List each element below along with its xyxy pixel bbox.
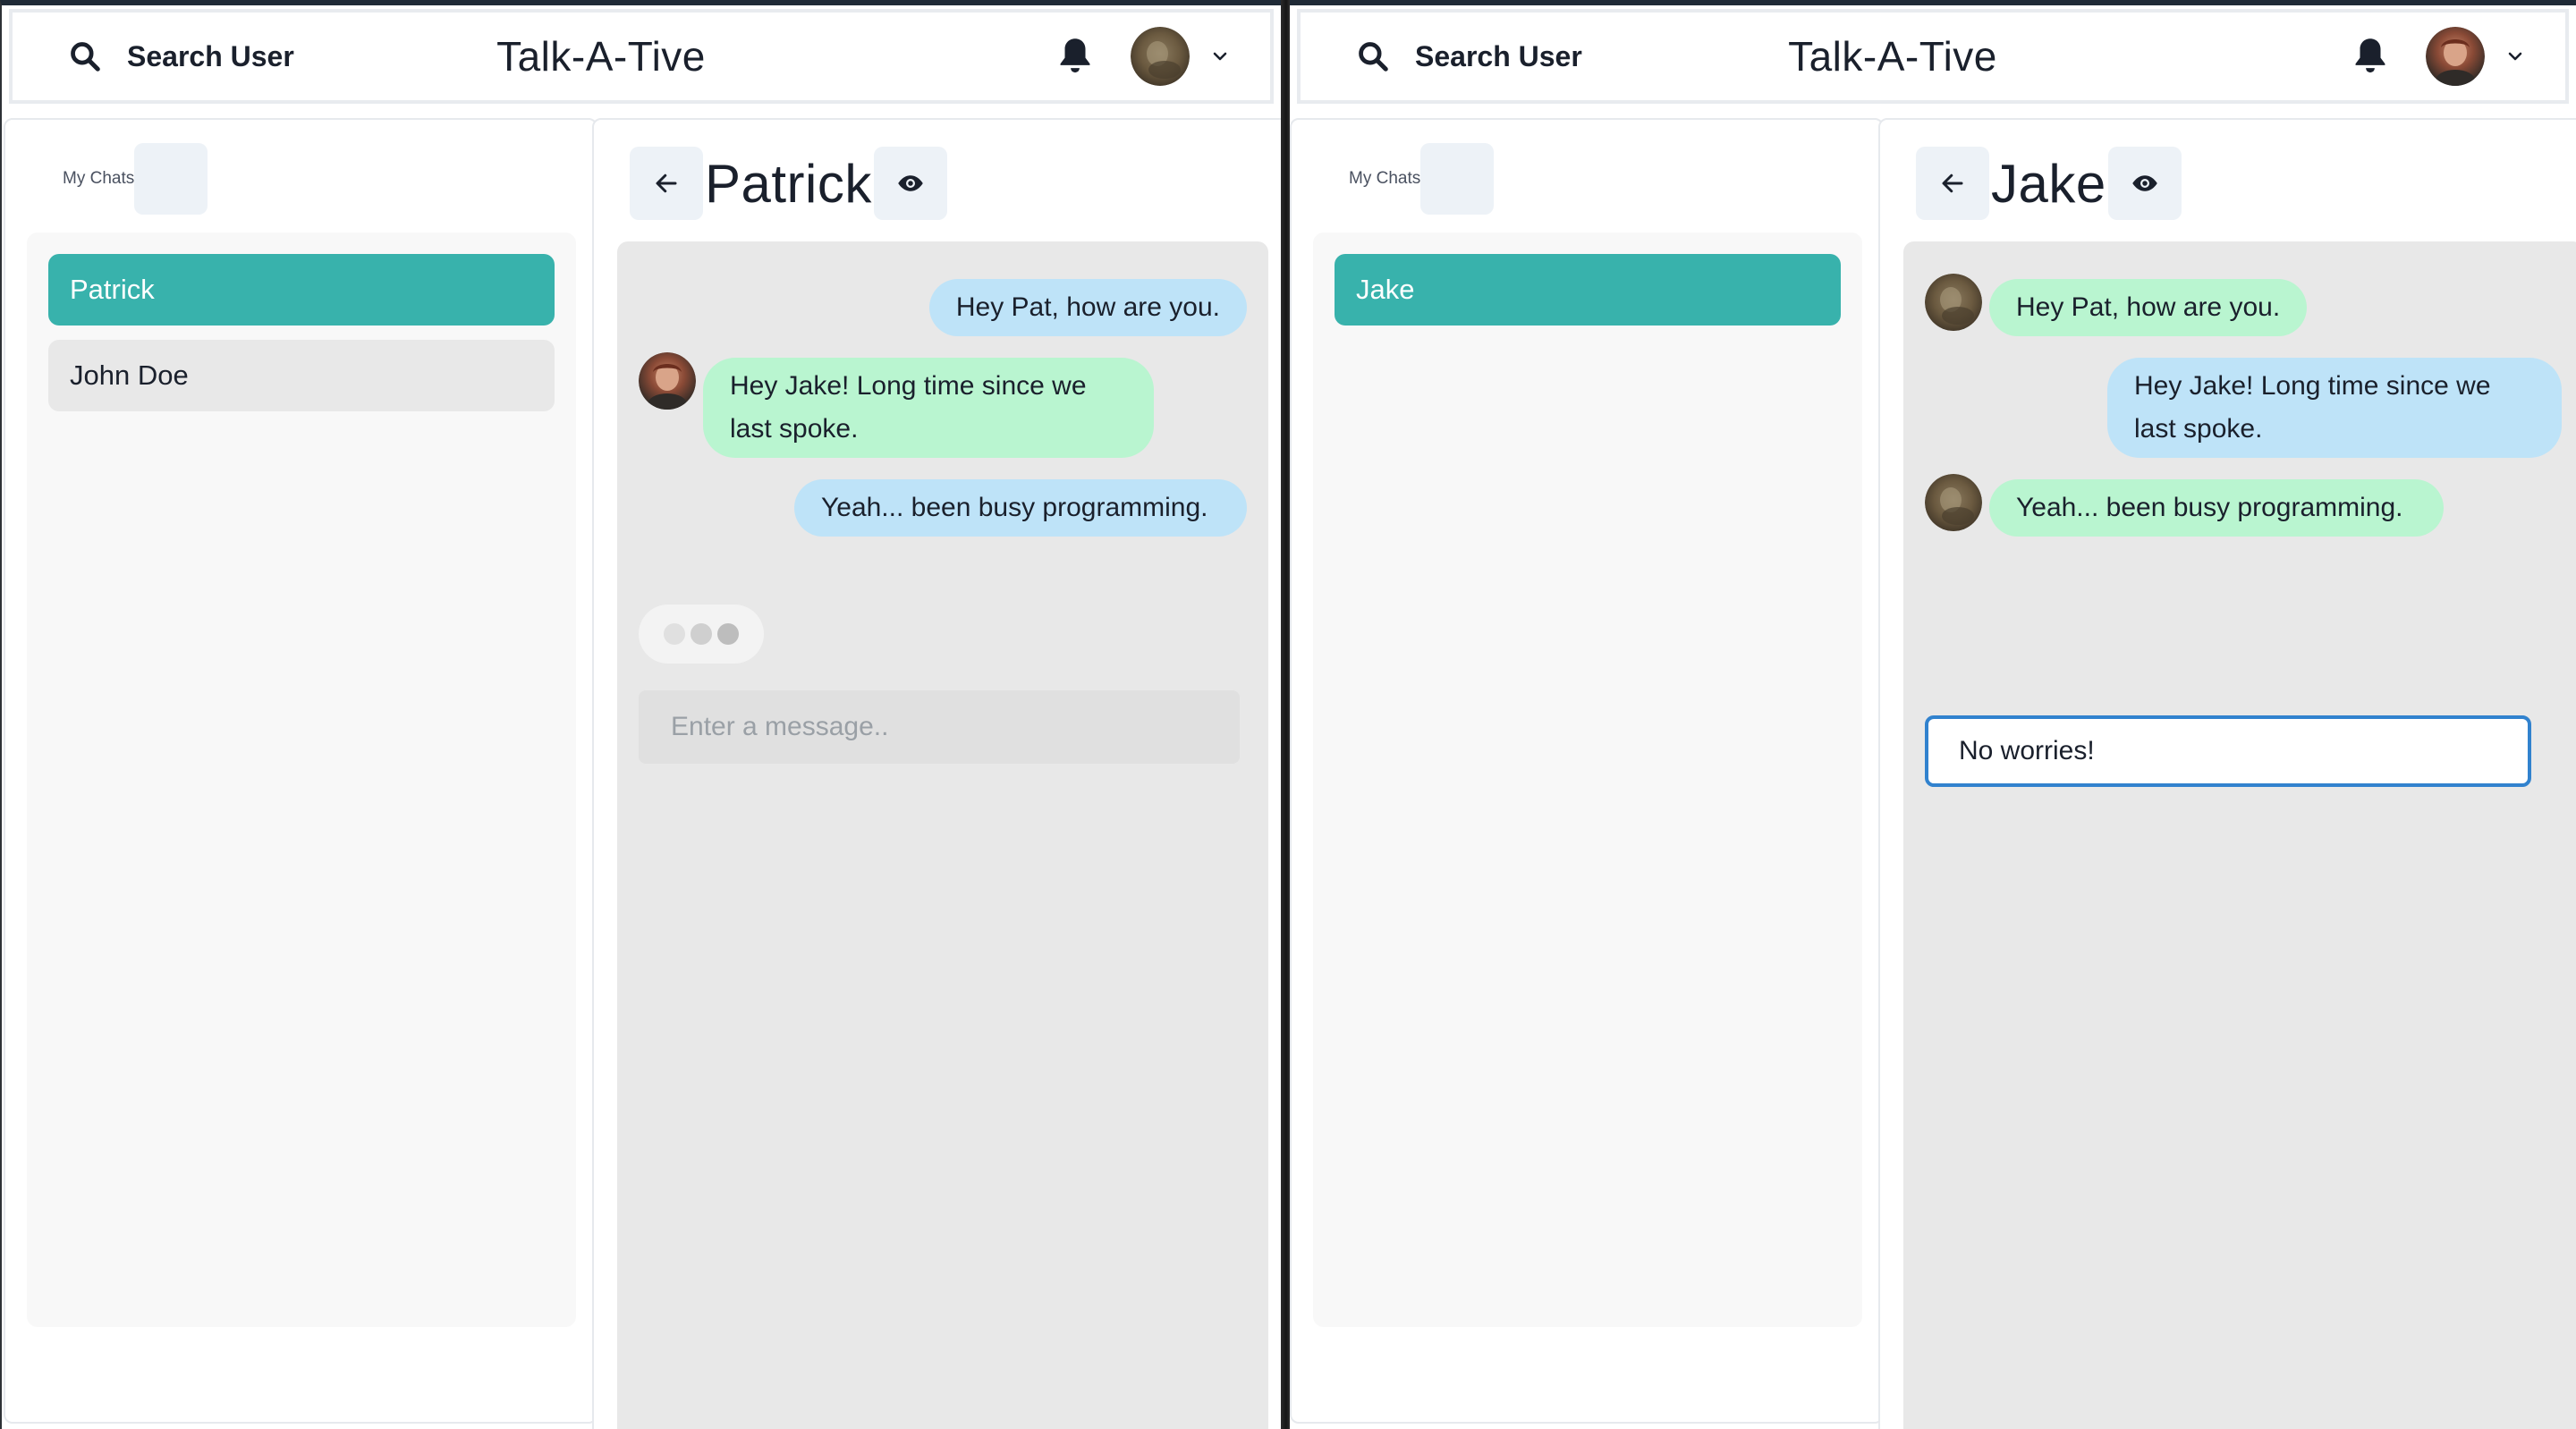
sender-avatar <box>639 352 696 410</box>
bell-icon[interactable] <box>1057 36 1093 77</box>
eye-icon <box>2132 175 2157 191</box>
chat-item-patrick[interactable]: Patrick <box>48 254 555 326</box>
message-bubble-received: Yeah... been busy programming. <box>1989 479 2444 537</box>
chat-item-jake[interactable]: Jake <box>1335 254 1841 326</box>
message-bubble-sent: Hey Pat, how are you. <box>928 279 1247 336</box>
left-window: Search User Talk-A-Tive My Chats Patrick… <box>0 0 1281 1429</box>
message-bubble-received: Hey Pat, how are you. <box>1989 279 2308 336</box>
new-group-chat-button[interactable] <box>1420 143 1495 215</box>
message-bubble-received: Hey Jake! Long time since we last spoke. <box>703 358 1154 458</box>
arrow-left-icon <box>1942 173 1963 193</box>
chat-item-label: John Doe <box>70 359 189 391</box>
new-group-chat-button[interactable] <box>134 143 208 215</box>
message-row: Hey Jake! Long time since we last spoke. <box>2107 358 2562 458</box>
message-bubble-sent: Yeah... been busy programming. <box>794 479 1247 537</box>
sender-avatar <box>1925 474 1982 531</box>
back-button[interactable] <box>1916 147 1989 220</box>
typing-dot <box>717 623 739 645</box>
sender-avatar <box>1925 274 1982 331</box>
back-button[interactable] <box>630 147 703 220</box>
my-chats-panel: My Chats Patrick John Doe <box>4 118 597 1424</box>
chat-box: Jake Hey Pat, how are you. Hey Jake! Lon… <box>1878 118 2576 1429</box>
avatar <box>1131 27 1190 86</box>
chat-list: Patrick John Doe <box>27 233 576 1327</box>
my-chats-title: My Chats <box>63 169 135 188</box>
top-bar: Search User Talk-A-Tive <box>9 9 1274 104</box>
profile-menu[interactable] <box>2426 27 2526 86</box>
chat-item-label: Jake <box>1356 274 1415 305</box>
chat-recipient-name: Patrick <box>705 153 872 214</box>
bell-icon[interactable] <box>2352 36 2388 77</box>
message-area: Hey Pat, how are you. Hey Jake! Long tim… <box>617 241 1268 1429</box>
chat-item-john-doe[interactable]: John Doe <box>48 340 555 411</box>
chevron-down-icon <box>1213 52 1227 61</box>
my-chats-panel: My Chats Jake <box>1290 118 1884 1424</box>
search-user-label: Search User <box>127 39 294 72</box>
search-user-button[interactable]: Search User <box>57 25 305 88</box>
message-row: Yeah... been busy programming. <box>1925 474 2444 537</box>
profile-menu[interactable] <box>1131 27 1231 86</box>
message-row: Hey Pat, how are you. <box>1925 274 2308 336</box>
right-window: Search User Talk-A-Tive My Chats Jake Ja… <box>1290 0 2576 1429</box>
typing-dot <box>691 623 712 645</box>
message-input[interactable] <box>1925 715 2531 787</box>
eye-icon <box>898 175 923 191</box>
window-divider <box>1281 0 1290 1429</box>
my-chats-title: My Chats <box>1349 169 1421 188</box>
chat-item-label: Patrick <box>70 274 155 305</box>
message-row: Hey Pat, how are you. <box>928 279 1247 336</box>
message-bubble-sent: Hey Jake! Long time since we last spoke. <box>2107 358 2562 458</box>
message-row: Yeah... been busy programming. <box>794 479 1247 537</box>
chat-box: Patrick Hey Pat, how are you. Hey Jake! … <box>592 118 1281 1429</box>
chat-list: Jake <box>1313 233 1862 1327</box>
search-icon <box>71 42 100 72</box>
message-input[interactable] <box>639 690 1240 764</box>
typing-dot <box>664 623 685 645</box>
view-profile-button[interactable] <box>2107 147 2182 220</box>
message-area: Hey Pat, how are you. Hey Jake! Long tim… <box>1903 241 2576 1429</box>
view-profile-button[interactable] <box>873 147 947 220</box>
search-user-button[interactable]: Search User <box>1345 25 1593 88</box>
top-bar: Search User Talk-A-Tive <box>1297 9 2569 104</box>
message-row: Hey Jake! Long time since we last spoke. <box>639 352 1154 458</box>
search-user-label: Search User <box>1415 39 1582 72</box>
avatar <box>2426 27 2485 86</box>
arrow-left-icon <box>656 173 677 193</box>
search-icon <box>1359 42 1388 72</box>
typing-indicator <box>639 605 764 664</box>
chevron-down-icon <box>2508 52 2522 61</box>
chat-recipient-name: Jake <box>1991 153 2106 214</box>
